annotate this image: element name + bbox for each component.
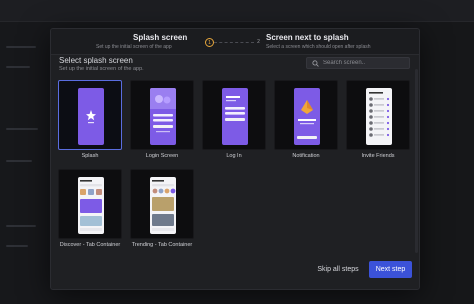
- step-connector: [214, 42, 254, 43]
- section-title: Select splash screen: [59, 56, 133, 65]
- splash-preview: [78, 88, 104, 145]
- screen-card-label: Trending - Tab Container: [131, 242, 193, 248]
- screen-thumbnail: [130, 169, 194, 239]
- trending-preview: [150, 177, 176, 234]
- screen-thumbnail: [130, 80, 194, 150]
- notification-illustration: [297, 100, 317, 139]
- screen-card-label: Discover - Tab Container: [59, 242, 121, 248]
- screen-thumbnail: [58, 169, 122, 239]
- screen-card-label: Log In: [226, 153, 242, 159]
- step-2-subtitle: Select a screen which should open after …: [266, 44, 371, 50]
- screen-thumbnail: [274, 80, 338, 150]
- invite-friends-preview: [366, 88, 392, 145]
- screen-card-trending-tab-container[interactable]: Trending - Tab Container: [130, 169, 194, 248]
- screen-card-discover-tab-container[interactable]: Discover - Tab Container: [58, 169, 122, 248]
- screen-thumbnail: [346, 80, 410, 150]
- background-sidebar-item: [6, 46, 36, 48]
- scrollbar[interactable]: [415, 69, 418, 253]
- screen-card-login-screen[interactable]: Login Screen: [130, 80, 194, 159]
- screen-card-label: Splash: [81, 153, 99, 159]
- background-sidebar-item: [6, 66, 30, 68]
- step-2-title[interactable]: Screen next to splash: [266, 33, 349, 42]
- background-sidebar-item: [6, 160, 32, 162]
- background-right-panel: [420, 22, 474, 304]
- background-sidebar-item: [6, 128, 38, 130]
- search-icon: [312, 59, 319, 67]
- search-box[interactable]: [306, 57, 410, 69]
- login-screen-illustration: [150, 88, 176, 133]
- notification-preview: [294, 88, 320, 145]
- background-topbar: [0, 0, 474, 22]
- section-subtitle: Set up the initial screen of the app.: [59, 66, 144, 72]
- stepper: Splash screen Set up the initial screen …: [51, 29, 419, 55]
- discover-illustration: [80, 180, 102, 231]
- screen-card-label: Login Screen: [145, 153, 179, 159]
- screen-card-label: Notification: [292, 153, 320, 159]
- screen-card-log-in[interactable]: Log In: [202, 80, 266, 159]
- discover-preview: [78, 177, 104, 234]
- screen-thumbnail: [58, 80, 122, 150]
- skip-all-steps-button[interactable]: Skip all steps: [313, 261, 363, 278]
- background-sidebar-item: [6, 245, 28, 247]
- login-screen-preview: [150, 88, 176, 145]
- step-1-title[interactable]: Splash screen: [133, 33, 187, 42]
- step-1-subtitle: Set up the initial screen of the app: [96, 44, 172, 50]
- screen-card-invite-friends[interactable]: Invite Friends: [346, 80, 410, 159]
- background-sidebar-item: [6, 225, 36, 227]
- log-in-illustration: [225, 96, 245, 121]
- search-input[interactable]: [323, 58, 408, 68]
- step-1-number[interactable]: 1: [205, 38, 214, 47]
- screen-card-label: Invite Friends: [361, 153, 395, 159]
- step-2-number[interactable]: 2: [254, 38, 263, 47]
- screen-card-notification[interactable]: Notification: [274, 80, 338, 159]
- next-step-button[interactable]: Next step: [369, 261, 412, 278]
- screen-thumbnail: [202, 80, 266, 150]
- invite-friends-illustration: [369, 92, 390, 137]
- screen-card-splash[interactable]: Splash: [58, 80, 122, 159]
- star-logo-icon: [86, 110, 96, 124]
- setup-wizard-modal: Splash screen Set up the initial screen …: [50, 28, 420, 290]
- log-in-preview: [222, 88, 248, 145]
- trending-illustration: [152, 180, 176, 231]
